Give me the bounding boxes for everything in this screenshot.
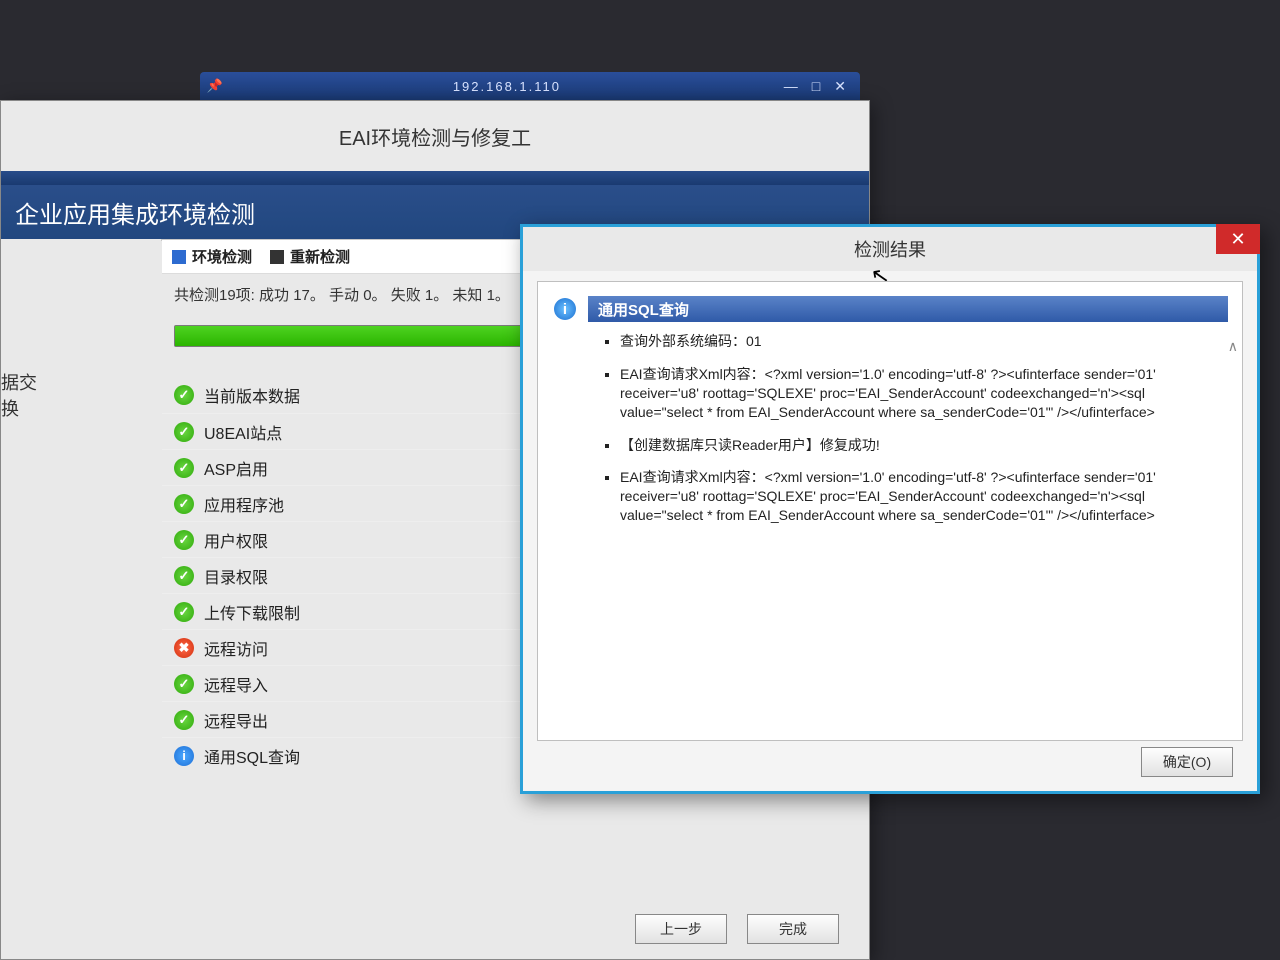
result-line: EAI查询请求Xml内容：<?xml version='1.0' encodin… [620,468,1202,525]
close-icon[interactable]: ✕ [834,78,846,95]
scroll-up-icon[interactable]: ∧ [1228,338,1238,355]
dialog-close-button[interactable]: ✕ [1216,224,1260,254]
check-icon: ✓ [174,710,194,730]
minimize-icon[interactable]: — [784,78,798,95]
square-icon [172,250,186,264]
check-icon: ✓ [174,385,194,405]
rdp-address: 192.168.1.110 [230,79,784,94]
info-icon: i [554,298,576,320]
decoration-bar [1,171,869,185]
check-icon: ✓ [174,530,194,550]
result-line: EAI查询请求Xml内容：<?xml version='1.0' encodin… [620,365,1202,422]
check-icon: ✓ [174,422,194,442]
tab-label: 环境检测 [192,246,252,267]
dialog-body: i 通用SQL查询 ∧ 查询外部系统编码：01 EAI查询请求Xml内容：<?xm… [537,281,1243,741]
tab-label: 重新检测 [290,246,350,267]
check-icon: ✓ [174,458,194,478]
error-icon: ✖ [174,638,194,658]
result-line: 查询外部系统编码：01 [620,332,1202,351]
result-line: 【创建数据库只读Reader用户】修复成功! [620,436,1202,455]
finish-button[interactable]: 完成 [747,914,839,944]
pin-icon[interactable]: 📌 [200,78,230,94]
desktop-area: EAI环境检测与修复工 企业应用集成环境检测 据交换 环境检测 重新检测 共检测… [0,100,1280,960]
section-title: 通用SQL查询 [598,299,689,320]
tab-recheck[interactable]: 重新检测 [270,246,350,267]
sidebar-label: 据交换 [1,369,41,421]
prev-button[interactable]: 上一步 [635,914,727,944]
check-icon: ✓ [174,566,194,586]
check-icon: ✓ [174,494,194,514]
tab-env-check[interactable]: 环境检测 [172,246,252,267]
ok-button[interactable]: 确定(O) [1141,747,1233,777]
window-title: EAI环境检测与修复工 [1,101,869,171]
check-icon: ✓ [174,674,194,694]
rdp-connection-bar: 📌 192.168.1.110 — □ ✕ [200,72,860,100]
dialog-title: 检测结果 [854,236,926,262]
info-icon: i [174,746,194,766]
restore-icon[interactable]: □ [812,78,820,95]
result-dialog: 检测结果 ✕ ↖ i 通用SQL查询 ∧ 查询外部系统编码：01EAI查询请求X… [520,224,1260,794]
square-icon [270,250,284,264]
check-icon: ✓ [174,602,194,622]
